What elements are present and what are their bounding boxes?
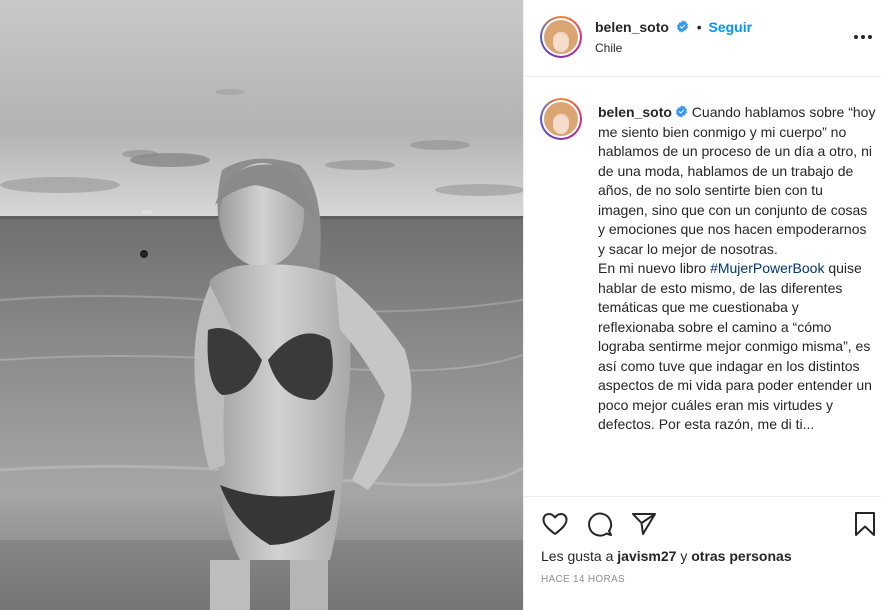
post-timestamp[interactable]: HACE 14 HORAS <box>541 574 625 585</box>
post-photo[interactable] <box>0 0 523 610</box>
likes-conjunction: y <box>676 548 692 564</box>
post-header: belen_soto • Seguir Chile <box>524 0 881 77</box>
separator-dot: • <box>696 19 702 35</box>
others-likes-link[interactable]: otras personas <box>691 548 791 564</box>
likes-prefix: Les gusta a <box>541 548 618 564</box>
comment-bubble-icon[interactable] <box>585 509 615 539</box>
hashtag-link[interactable]: #MujerPowerBook <box>710 260 824 276</box>
header-user-line: belen_soto • Seguir <box>595 19 752 35</box>
beach-photo-image <box>0 0 523 610</box>
heart-icon[interactable] <box>540 509 570 539</box>
location-link[interactable]: Chile <box>595 41 622 55</box>
avatar[interactable] <box>540 16 582 58</box>
username-link[interactable]: belen_soto <box>595 19 669 35</box>
caption-text-paragraph-2-start: En mi nuevo libro <box>598 260 711 276</box>
post-details-panel: belen_soto • Seguir Chile belen_soto Cua… <box>523 0 881 610</box>
follow-button[interactable]: Seguir <box>708 19 752 35</box>
comments-list[interactable]: belen_soto Cuando hablamos sobre “hoy me… <box>524 78 881 496</box>
post-actions: Les gusta a javism27 y otras personas HA… <box>524 496 881 606</box>
verified-badge-icon <box>676 20 688 33</box>
post-caption: belen_soto Cuando hablamos sobre “hoy me… <box>598 103 876 435</box>
caption-username-link[interactable]: belen_soto <box>598 104 672 120</box>
caption-text-paragraph-2-rest: quise hablar de esto mismo, de las difer… <box>598 260 872 432</box>
caption-text-paragraph-1: Cuando hablamos sobre “hoy me siento bie… <box>598 104 876 257</box>
likes-summary: Les gusta a javism27 y otras personas <box>541 548 792 564</box>
liker-username-link[interactable]: javism27 <box>617 548 676 564</box>
ellipsis-icon[interactable] <box>850 27 876 47</box>
bookmark-icon[interactable] <box>850 509 880 539</box>
verified-badge-icon <box>675 105 687 118</box>
paper-plane-icon[interactable] <box>629 509 659 539</box>
avatar[interactable] <box>540 98 582 140</box>
